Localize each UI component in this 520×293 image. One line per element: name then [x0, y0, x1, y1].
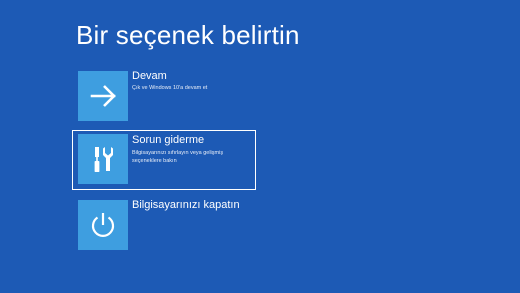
shutdown-option[interactable]: Bilgisayarınızı kapatın [72, 199, 256, 259]
troubleshoot-tile[interactable] [78, 134, 128, 184]
page-title: Bir seçenek belirtin [76, 20, 300, 50]
continue-option[interactable]: Devam Çık ve Windows 10'a devam et [72, 70, 256, 130]
arrow-right-icon [90, 85, 116, 107]
troubleshoot-option-description: Bilgisayarınızı sıfırlayın veya gelişmiş… [132, 150, 224, 164]
continue-option-title: Devam [132, 70, 167, 82]
continue-tile[interactable] [78, 71, 128, 121]
power-icon [91, 213, 115, 237]
continue-option-description: Çık ve Windows 10'a devam et [132, 85, 208, 91]
shutdown-option-title: Bilgisayarınızı kapatın [132, 199, 240, 211]
shutdown-tile[interactable] [78, 200, 128, 250]
troubleshoot-option[interactable]: Sorun giderme Bilgisayarınızı sıfırlayın… [72, 130, 256, 190]
tools-icon [94, 147, 113, 172]
troubleshoot-option-title: Sorun giderme [132, 134, 205, 146]
